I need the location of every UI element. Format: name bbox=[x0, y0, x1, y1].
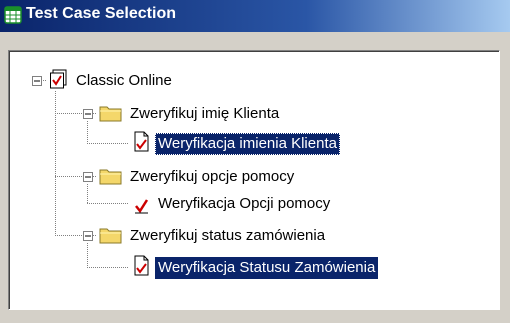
collapse-toggle-icon[interactable] bbox=[32, 76, 42, 86]
window-title: Test Case Selection bbox=[26, 5, 176, 22]
document-check-icon bbox=[134, 131, 149, 152]
tree-item-label[interactable]: Weryfikacja Opcji pomocy bbox=[155, 193, 333, 215]
checkmark-icon bbox=[135, 199, 149, 214]
collapse-toggle-icon[interactable] bbox=[83, 172, 93, 182]
tree-item-label[interactable]: Weryfikacja imienia Klienta bbox=[155, 133, 340, 155]
tree-group-label[interactable]: Zweryfikuj imię Klienta bbox=[127, 103, 282, 125]
tree-group-label[interactable]: Zweryfikuj status zamówienia bbox=[127, 225, 328, 247]
document-check-icon bbox=[134, 255, 149, 276]
folder-icon bbox=[99, 169, 122, 185]
collapse-toggle-icon[interactable] bbox=[83, 231, 93, 241]
folder-icon bbox=[99, 228, 122, 244]
tree-group-label[interactable]: Zweryfikuj opcje pomocy bbox=[127, 166, 297, 188]
title-bar: Test Case Selection bbox=[0, 0, 510, 32]
folder-icon bbox=[99, 106, 122, 122]
calendar-grid-icon bbox=[4, 6, 22, 24]
collapse-toggle-icon[interactable] bbox=[83, 109, 93, 119]
tree-item-label[interactable]: Weryfikacja Statusu Zamówienia bbox=[155, 257, 379, 279]
test-case-tree[interactable]: Classic Online Zweryfikuj imię Klienta W… bbox=[8, 50, 500, 310]
tree-node-root-label[interactable]: Classic Online bbox=[73, 70, 175, 92]
checklist-icon bbox=[50, 69, 67, 89]
